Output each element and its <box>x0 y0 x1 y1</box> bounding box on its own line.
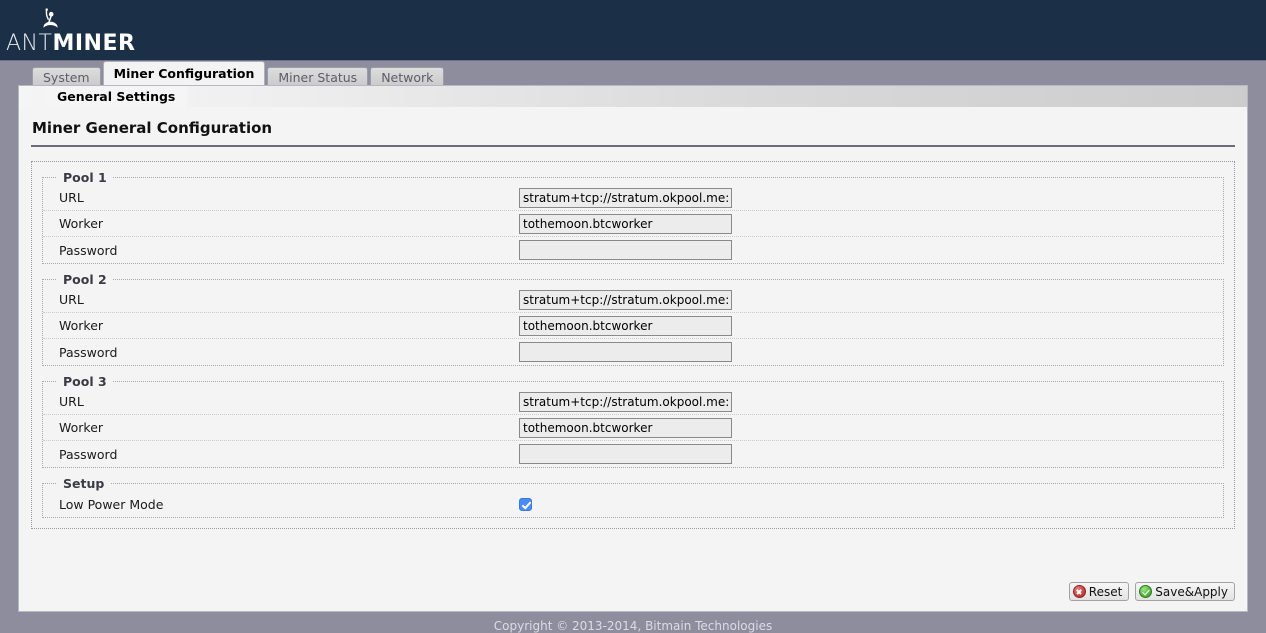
pool-1-worker-row: Worker <box>43 211 1223 237</box>
pool-3-worker-label: Worker <box>59 420 104 435</box>
low-power-mode-row: Low Power Mode <box>43 491 1223 517</box>
sub-tab-bar: General Settings <box>18 85 1248 108</box>
pool-3-url-input[interactable] <box>519 391 732 412</box>
tab-miner-configuration[interactable]: Miner Configuration <box>102 61 266 85</box>
pool-3-legend: Pool 3 <box>63 374 107 389</box>
pool-3-password-row: Password <box>43 441 1223 467</box>
pool-3-url-field <box>519 391 732 412</box>
reset-button[interactable]: Reset <box>1068 582 1130 601</box>
pool-2-url-row: URL <box>43 287 1223 313</box>
pool-3-worker-row: Worker <box>43 415 1223 441</box>
green-check-circle-icon <box>1139 585 1153 598</box>
pool-1-worker-input[interactable] <box>519 213 732 234</box>
pool-1-url-label: URL <box>59 190 84 205</box>
pool-2-password-row: Password <box>43 339 1223 365</box>
pool-1-worker-field <box>519 213 732 234</box>
logo-ant-text: ANT <box>6 31 53 56</box>
pool-2-url-field <box>519 289 732 310</box>
subtab-general-settings[interactable]: General Settings <box>45 86 188 108</box>
antminer-logo: ANTMINER <box>4 8 135 56</box>
pool-3-url-row: URL <box>43 389 1223 415</box>
pool-3-password-label: Password <box>59 446 118 462</box>
pool-3-password-field <box>519 444 732 464</box>
pool-1-password-label: Password <box>59 242 118 258</box>
pool-2-password-field <box>519 342 732 362</box>
pool-3-url-label: URL <box>59 394 84 409</box>
pool-1-legend: Pool 1 <box>63 170 107 185</box>
save-apply-button[interactable]: Save&Apply <box>1135 582 1235 601</box>
pool-1-url-input[interactable] <box>519 187 732 208</box>
page-title: Miner General Configuration <box>32 119 273 137</box>
app-header: ANTMINER <box>0 0 1266 61</box>
setup-fieldset: Setup Low Power Mode <box>42 476 1224 518</box>
low-power-mode-label: Low Power Mode <box>59 496 164 512</box>
pool-1-password-field <box>519 240 732 260</box>
pool-1-fieldset: Pool 1 URL Worker Password <box>42 170 1224 264</box>
title-divider <box>31 145 1235 147</box>
logo-miner-text: MINER <box>52 31 136 56</box>
pool-2-worker-label: Worker <box>59 318 104 333</box>
main-tab-bar: System Miner Configuration Miner Status Net… <box>0 61 1266 88</box>
pool-2-url-label: URL <box>59 292 84 307</box>
pool-3-fieldset: Pool 3 URL Worker Password <box>42 374 1224 468</box>
pool-1-url-row: URL <box>43 185 1223 211</box>
form-action-bar: Reset Save&Apply <box>1068 582 1235 601</box>
pool-2-worker-field <box>519 315 732 336</box>
save-apply-button-label: Save&Apply <box>1155 584 1228 599</box>
low-power-mode-field <box>519 497 532 511</box>
low-power-mode-checkbox[interactable] <box>519 498 532 511</box>
pool-2-password-input[interactable] <box>519 342 732 362</box>
pool-2-url-input[interactable] <box>519 289 732 310</box>
configuration-form: Pool 1 URL Worker Password <box>31 161 1235 529</box>
content-panel: Miner General Configuration Pool 1 URL W… <box>18 107 1248 612</box>
reset-button-label: Reset <box>1088 584 1123 599</box>
pool-3-worker-field <box>519 417 732 438</box>
pool-2-fieldset: Pool 2 URL Worker Password <box>42 272 1224 366</box>
red-x-circle-icon <box>1072 585 1086 598</box>
pool-1-password-row: Password <box>43 237 1223 263</box>
pool-2-legend: Pool 2 <box>63 272 107 287</box>
pool-1-password-input[interactable] <box>519 240 732 260</box>
pool-3-password-input[interactable] <box>519 444 732 464</box>
pool-3-worker-input[interactable] <box>519 417 732 438</box>
pool-1-url-field <box>519 187 732 208</box>
setup-legend: Setup <box>63 476 105 491</box>
pool-2-worker-input[interactable] <box>519 315 732 336</box>
pool-1-worker-label: Worker <box>59 216 104 231</box>
logo-wordmark: ANTMINER <box>6 32 135 56</box>
pool-2-worker-row: Worker <box>43 313 1223 339</box>
pool-2-password-label: Password <box>59 344 118 360</box>
